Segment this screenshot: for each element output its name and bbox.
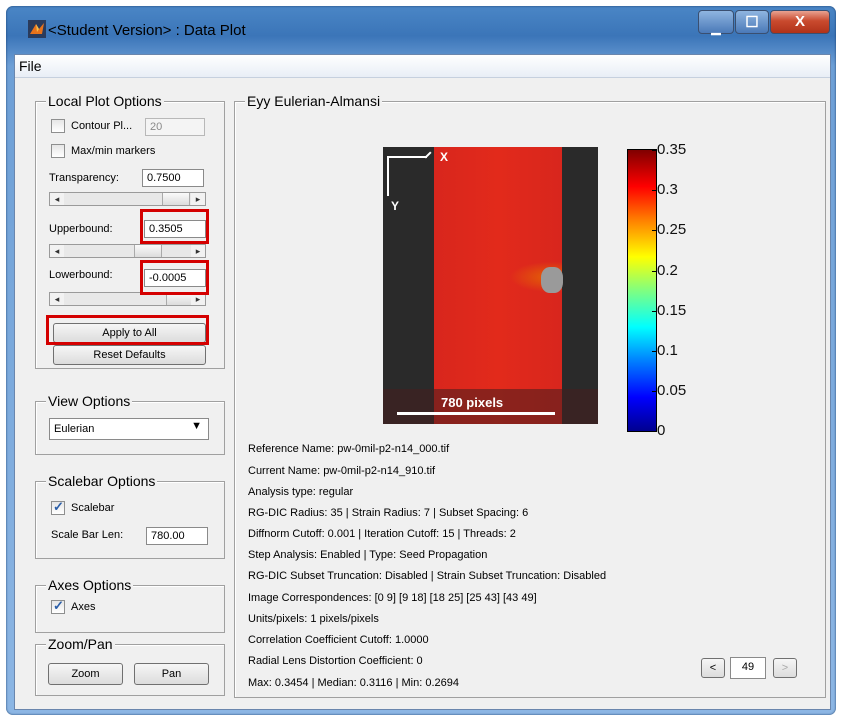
transparency-input[interactable]: 0.7500 <box>142 169 204 187</box>
menu-bar: File <box>15 55 830 78</box>
window-title: <Student Version> : Data Plot <box>48 22 246 39</box>
colorbar-tick-label: 0.35 <box>657 141 687 158</box>
slider-thumb[interactable] <box>162 193 190 205</box>
highlight-lowerbound <box>140 260 209 295</box>
upperbound-label: Upperbound: <box>49 223 113 235</box>
info-line: Reference Name: pw-0mil-p2-n14_000.tif <box>248 443 450 455</box>
check-icon: ✓ <box>53 499 64 514</box>
scalebar-checkbox[interactable]: ✓ <box>51 499 65 515</box>
colorbar-tick-label: 0.25 <box>657 221 687 239</box>
contour-input[interactable]: 20 <box>145 118 205 136</box>
lowerbound-label: Lowerbound: <box>49 269 113 281</box>
colorbar-tick-mark <box>652 310 657 312</box>
pan-button[interactable]: Pan <box>134 663 209 685</box>
zoom-button[interactable]: Zoom <box>48 663 123 685</box>
colorbar-tick-mark <box>652 431 657 433</box>
colorbar-tick-mark <box>652 270 657 272</box>
minimize-button[interactable]: ▁ <box>698 10 734 35</box>
info-line: Radial Lens Distortion Coefficient: 0 <box>248 655 423 667</box>
upperbound-slider[interactable]: ◂ ▸ <box>49 244 206 258</box>
maxmin-checkbox[interactable] <box>51 144 65 158</box>
info-line: Image Correspondences: [0 9] [9 18] [18 … <box>248 592 537 604</box>
group-title: Scalebar Options <box>46 473 158 489</box>
axes-label: Axes <box>71 601 96 613</box>
close-icon: X <box>794 13 805 30</box>
axis-x-line <box>387 156 427 158</box>
colorbar-tick-mark <box>652 190 657 192</box>
matlab-icon <box>28 20 46 38</box>
info-line: Current Name: pw-0mil-p2-n14_910.tif <box>248 465 436 477</box>
transparency-label: Transparency: <box>49 172 119 184</box>
client-area: File Local Plot Options Contour Pl... 20… <box>14 54 831 710</box>
slider-right-icon[interactable]: ▸ <box>191 245 205 257</box>
contour-checkbox[interactable] <box>51 119 65 133</box>
axes-options-group: Axes Options ✓ Axes <box>35 577 225 633</box>
info-line: Units/pixels: 1 pixels/pixels <box>248 613 379 625</box>
strain-image[interactable]: X Y 780 pixels <box>383 147 598 424</box>
info-line: Max: 0.3454 | Median: 0.3116 | Min: 0.26… <box>248 677 459 689</box>
colorbar-tick-mark <box>652 391 657 393</box>
view-select[interactable]: Eulerian ▼ <box>49 418 209 440</box>
colorbar-tick-label: 0.2 <box>657 261 678 279</box>
view-select-value: Eulerian <box>54 423 95 435</box>
scalebar-line <box>397 412 555 415</box>
plot-title: Eyy Eulerian-Almansi <box>245 93 383 109</box>
dropdown-arrow-icon[interactable]: ▼ <box>191 420 202 432</box>
maximize-button[interactable]: ☐ <box>735 10 769 34</box>
info-line: RG-DIC Radius: 35 | Strain Radius: 7 | S… <box>248 507 529 519</box>
scalebar-len-input[interactable]: 780.00 <box>146 527 208 545</box>
colorbar-tick-label: 0.3 <box>657 181 678 199</box>
colorbar-tick-label: 0.05 <box>657 382 687 400</box>
minimize-icon: ▁ <box>711 21 721 35</box>
axis-x-label: X <box>440 150 449 164</box>
frame-number-input[interactable]: 49 <box>730 657 766 679</box>
info-line: RG-DIC Subset Truncation: Disabled | Str… <box>248 570 607 582</box>
close-button[interactable]: X <box>770 10 830 34</box>
contour-label: Contour Pl... <box>71 120 133 132</box>
axes-checkbox[interactable]: ✓ <box>51 598 65 614</box>
scalebar-label: Scalebar <box>71 502 115 514</box>
slider-left-icon[interactable]: ◂ <box>50 245 64 257</box>
highlight-upperbound <box>140 209 209 244</box>
menu-file[interactable]: File <box>19 58 42 74</box>
transparency-slider[interactable]: ◂ ▸ <box>49 192 206 206</box>
group-title: Local Plot Options <box>46 93 164 109</box>
colorbar-tick-label: 0.1 <box>657 342 678 359</box>
slider-right-icon[interactable]: ▸ <box>191 193 205 205</box>
maximize-icon: ☐ <box>745 14 759 31</box>
axis-y-label: Y <box>391 199 400 213</box>
crack-region <box>541 267 563 293</box>
colorbar-tick-mark <box>652 150 657 151</box>
highlight-apply-all <box>46 315 209 345</box>
slider-thumb[interactable] <box>134 245 162 257</box>
reset-defaults-button[interactable]: Reset Defaults <box>53 345 206 365</box>
info-line: Step Analysis: Enabled | Type: Seed Prop… <box>248 549 488 561</box>
info-line: Diffnorm Cutoff: 0.001 | Iteration Cutof… <box>248 528 516 540</box>
prev-frame-button[interactable]: < <box>701 658 725 678</box>
slider-left-icon[interactable]: ◂ <box>50 193 64 205</box>
colorbar-tick-mark <box>652 351 657 352</box>
slider-left-icon[interactable]: ◂ <box>50 293 64 305</box>
group-title: Axes Options <box>46 577 134 593</box>
info-line: Correlation Coefficient Cutoff: 1.0000 <box>248 634 429 646</box>
next-frame-button[interactable]: > <box>773 658 797 678</box>
axis-y-line <box>387 156 389 196</box>
group-title: Zoom/Pan <box>46 636 115 652</box>
info-line: Analysis type: regular <box>248 486 354 498</box>
scalebar-options-group: Scalebar Options ✓ Scalebar Scale Bar Le… <box>35 473 225 559</box>
colorbar-tick-mark <box>652 230 657 232</box>
colorbar <box>627 149 657 432</box>
zoom-pan-group: Zoom/Pan Zoom Pan <box>35 636 225 696</box>
maxmin-label: Max/min markers <box>71 145 156 157</box>
group-title: View Options <box>46 393 133 409</box>
colorbar-tick-label: 0.15 <box>657 301 687 319</box>
axis-x-arrow-icon <box>424 151 432 159</box>
view-options-group: View Options Eulerian ▼ <box>35 393 225 455</box>
scalebar-len-label: Scale Bar Len: <box>51 529 124 541</box>
scalebar-text: 780 pixels <box>441 395 504 410</box>
check-icon: ✓ <box>53 598 64 613</box>
colorbar-tick-label: 0 <box>657 422 666 440</box>
